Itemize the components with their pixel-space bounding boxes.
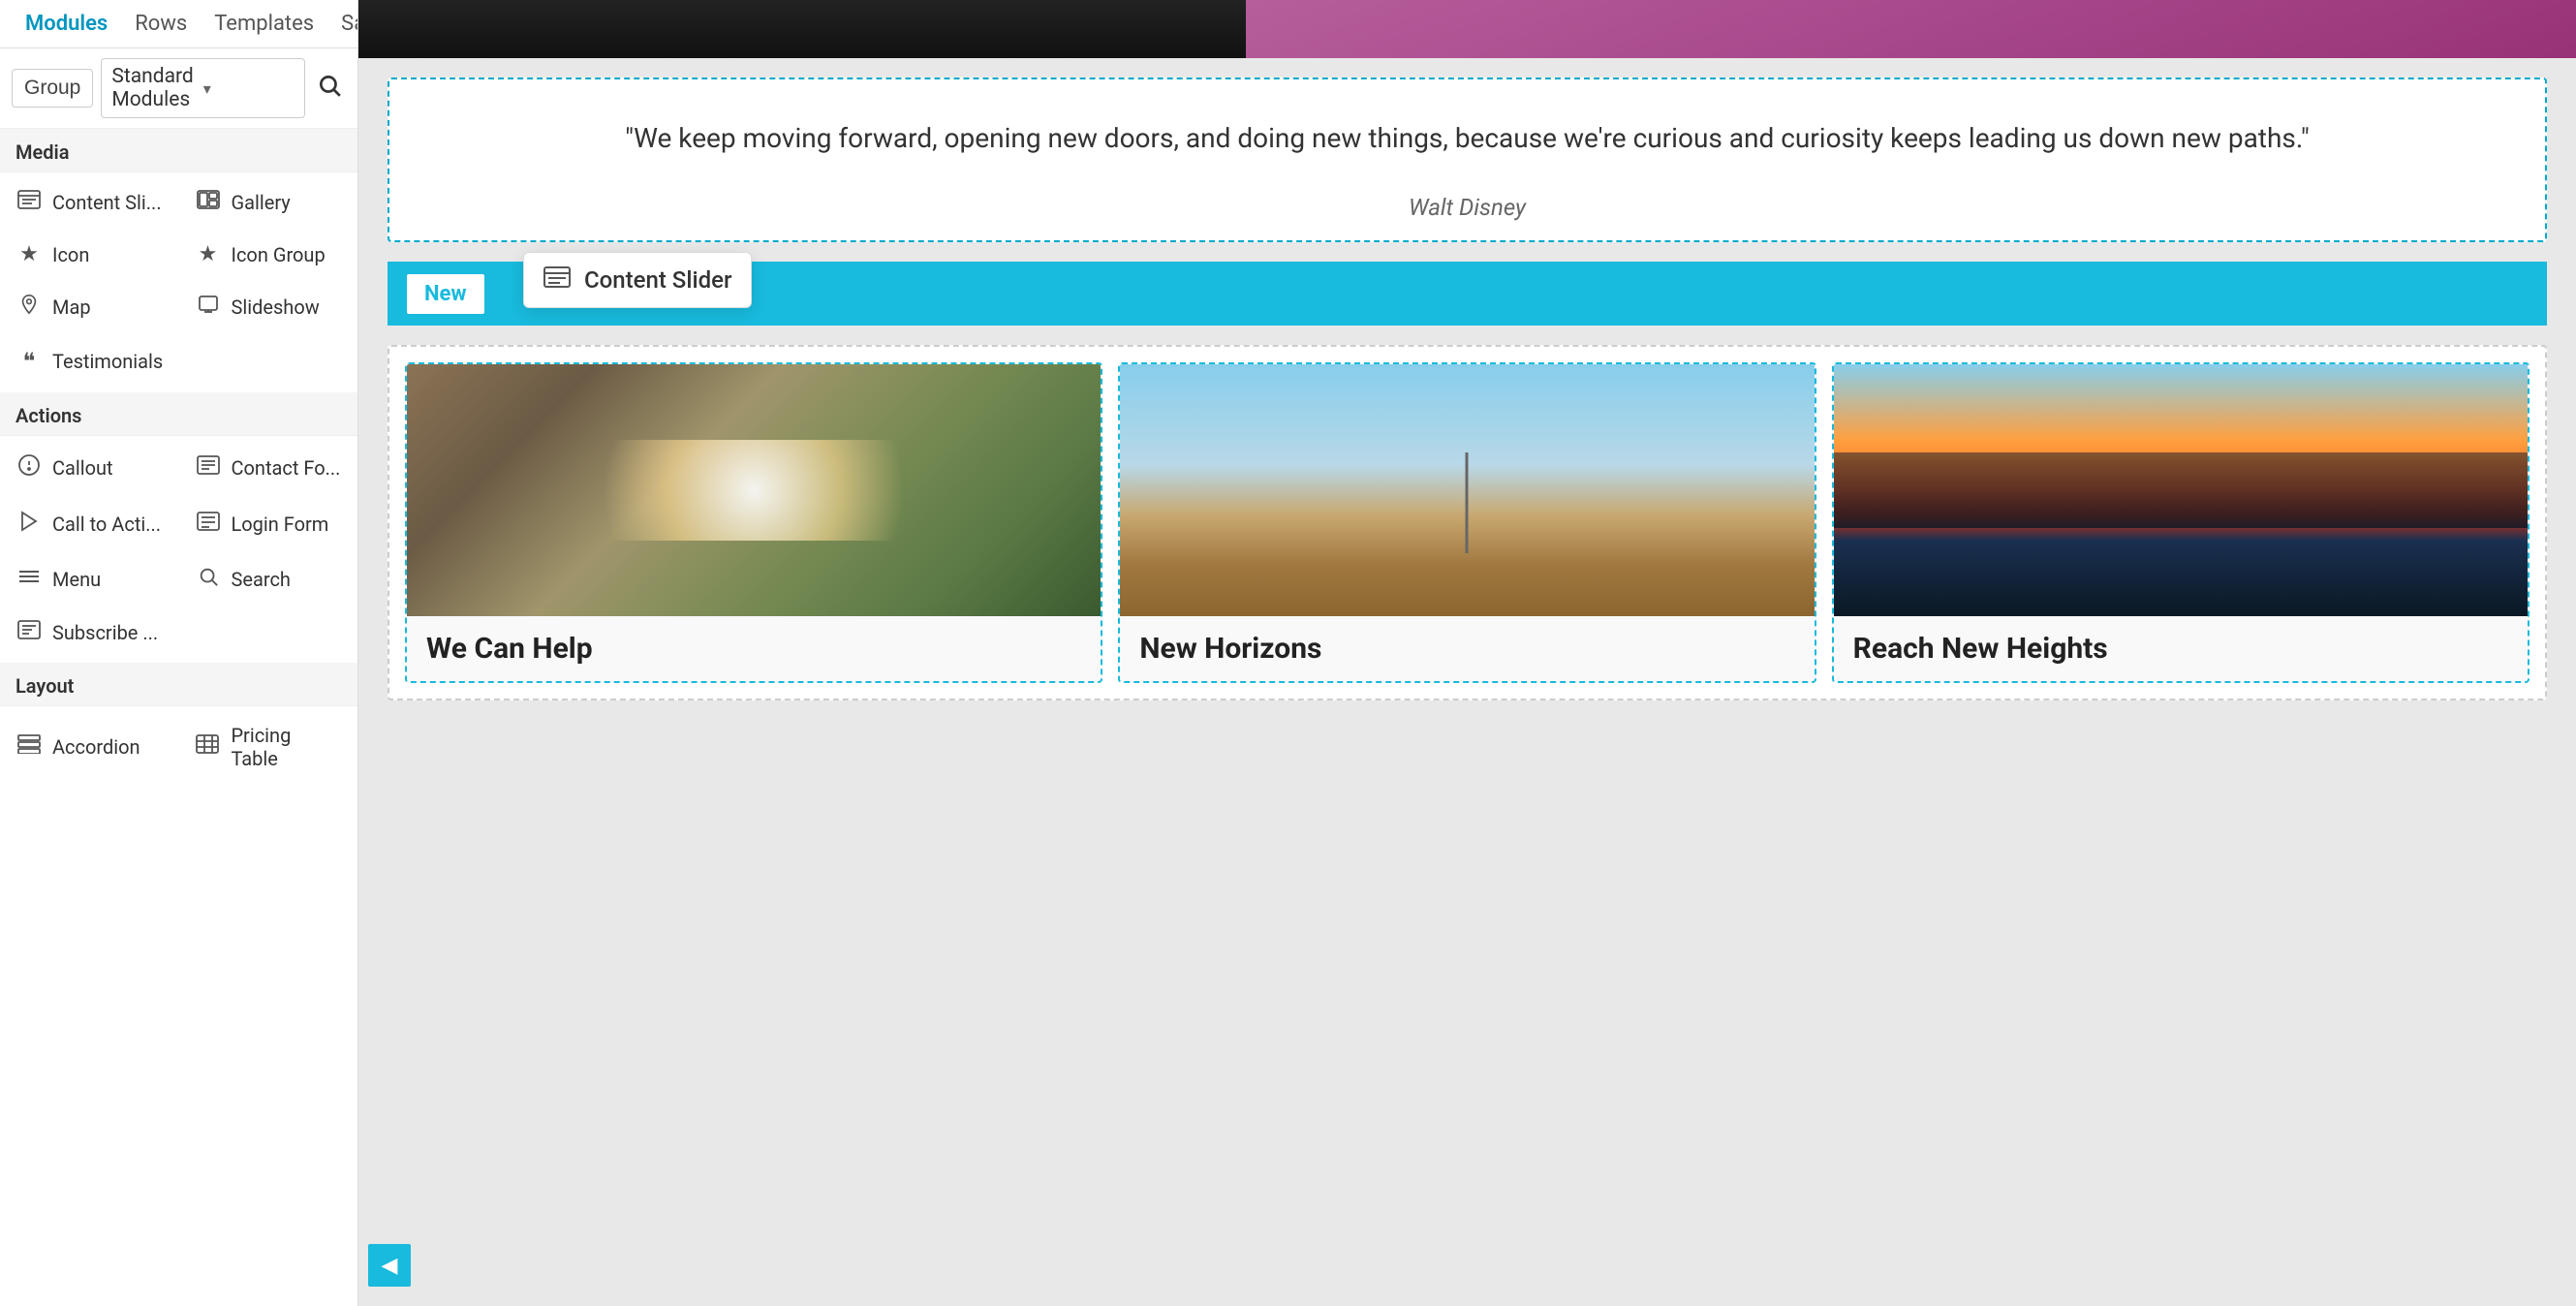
tooltip-content-slider-label: Content Slider xyxy=(584,266,731,294)
module-icon-group[interactable]: ★ Icon Group xyxy=(179,229,358,280)
contact-form-label: Contact Fo... xyxy=(232,456,341,480)
module-map[interactable]: Map xyxy=(0,280,179,334)
module-call-to-action[interactable]: Call to Acti... xyxy=(0,496,179,552)
new-label: New xyxy=(407,274,484,314)
media-module-grid: Content Sli... Gallery ★ Icon ★ Icon Gro… xyxy=(0,172,357,392)
gallery-section: We Can Help New Horizons Reach New Heigh… xyxy=(388,345,2547,700)
layout-module-grid: Accordion Pricing Table xyxy=(0,706,357,788)
tab-modules[interactable]: Modules xyxy=(14,6,119,42)
quote-section[interactable]: "We keep moving forward, opening new doo… xyxy=(388,78,2547,242)
search-button[interactable] xyxy=(313,69,346,109)
callout-icon xyxy=(16,453,43,482)
module-accordion[interactable]: Accordion xyxy=(0,710,179,784)
group-button[interactable]: Group xyxy=(12,69,93,108)
tooltip-content-slider-icon xyxy=(543,266,571,294)
tab-rows[interactable]: Rows xyxy=(123,6,199,42)
section-layout-label: Layout xyxy=(0,663,357,706)
login-form-label: Login Form xyxy=(232,513,329,536)
module-testimonials[interactable]: ❝ Testimonials xyxy=(0,334,179,389)
tooltip-popup[interactable]: Content Slider xyxy=(523,252,752,308)
module-content-slider[interactable]: Content Sli... xyxy=(0,176,179,229)
tab-saved[interactable]: Saved xyxy=(329,6,358,42)
map-label: Map xyxy=(52,295,91,319)
content-slider-label: Content Sli... xyxy=(52,191,162,214)
content-slider-icon xyxy=(16,190,43,215)
search-module-label: Search xyxy=(232,568,291,591)
search-module-icon xyxy=(195,566,222,593)
module-slideshow[interactable]: Slideshow xyxy=(179,280,358,334)
tab-templates[interactable]: Templates xyxy=(202,6,326,42)
module-menu[interactable]: Menu xyxy=(0,552,179,606)
icon-group-icon: ★ xyxy=(195,242,222,266)
dropdown-label: Standard Modules xyxy=(111,65,202,111)
contact-form-icon xyxy=(195,455,222,481)
search-icon xyxy=(317,73,342,98)
section-actions-label: Actions xyxy=(0,392,357,436)
pricing-table-icon xyxy=(195,734,222,760)
accordion-label: Accordion xyxy=(52,735,140,759)
gallery-caption-flowers: We Can Help xyxy=(407,616,1101,681)
search-row: Group Standard Modules ▾ xyxy=(0,48,357,129)
gallery-img-windmill xyxy=(1120,364,1814,616)
module-group-dropdown[interactable]: Standard Modules ▾ xyxy=(101,58,305,118)
new-banner-row: New Content Slider xyxy=(388,262,2547,326)
gallery-card-sunset[interactable]: Reach New Heights xyxy=(1832,362,2529,683)
sidebar: Modules Rows Templates Saved Group Stand… xyxy=(0,0,358,1306)
top-nav: Modules Rows Templates Saved xyxy=(0,0,357,48)
accordion-icon xyxy=(16,734,43,760)
chevron-down-icon: ▾ xyxy=(203,79,295,98)
gallery-img-sunset xyxy=(1834,364,2528,616)
back-nav-button[interactable]: ◀ xyxy=(368,1244,411,1287)
gallery-caption-windmill: New Horizons xyxy=(1120,616,1814,681)
slideshow-icon xyxy=(195,295,222,320)
pricing-table-label: Pricing Table xyxy=(231,724,342,770)
quote-author: Walt Disney xyxy=(409,194,2526,221)
module-callout[interactable]: Callout xyxy=(0,440,179,496)
gallery-grid: We Can Help New Horizons Reach New Heigh… xyxy=(405,362,2529,683)
subscribe-icon xyxy=(16,620,43,645)
module-gallery[interactable]: Gallery xyxy=(179,176,358,229)
map-icon xyxy=(16,294,43,321)
testimonials-label: Testimonials xyxy=(52,350,163,373)
section-media-label: Media xyxy=(0,129,357,172)
main-content: "We keep moving forward, opening new doo… xyxy=(358,0,2576,1306)
gallery-card-flowers[interactable]: We Can Help xyxy=(405,362,1102,683)
icon-icon: ★ xyxy=(16,242,43,266)
quote-text: "We keep moving forward, opening new doo… xyxy=(409,99,2526,178)
slideshow-label: Slideshow xyxy=(232,295,320,319)
gallery-label: Gallery xyxy=(232,191,291,214)
module-contact-form[interactable]: Contact Fo... xyxy=(179,440,358,496)
photo-strip xyxy=(358,0,2576,58)
actions-module-grid: Callout Contact Fo... Call to Acti... xyxy=(0,436,357,663)
gallery-icon xyxy=(195,190,222,215)
module-subscribe[interactable]: Subscribe ... xyxy=(0,606,179,659)
login-form-icon xyxy=(195,512,222,537)
call-to-action-label: Call to Acti... xyxy=(52,513,161,536)
menu-icon xyxy=(16,567,43,592)
module-search[interactable]: Search xyxy=(179,552,358,606)
content-area: "We keep moving forward, opening new doo… xyxy=(358,58,2576,720)
testimonials-icon: ❝ xyxy=(16,348,43,375)
icon-group-label: Icon Group xyxy=(232,243,326,266)
gallery-card-windmill[interactable]: New Horizons xyxy=(1118,362,1816,683)
module-icon[interactable]: ★ Icon xyxy=(0,229,179,280)
photo-overlay xyxy=(1246,0,2576,58)
gallery-caption-sunset: Reach New Heights xyxy=(1834,616,2528,681)
menu-label: Menu xyxy=(52,568,101,591)
gallery-img-flowers xyxy=(407,364,1101,616)
subscribe-label: Subscribe ... xyxy=(52,621,158,644)
module-login-form[interactable]: Login Form xyxy=(179,496,358,552)
callout-label: Callout xyxy=(52,456,113,480)
module-pricing-table[interactable]: Pricing Table xyxy=(179,710,358,784)
call-to-action-icon xyxy=(16,510,43,539)
icon-label: Icon xyxy=(52,243,89,266)
